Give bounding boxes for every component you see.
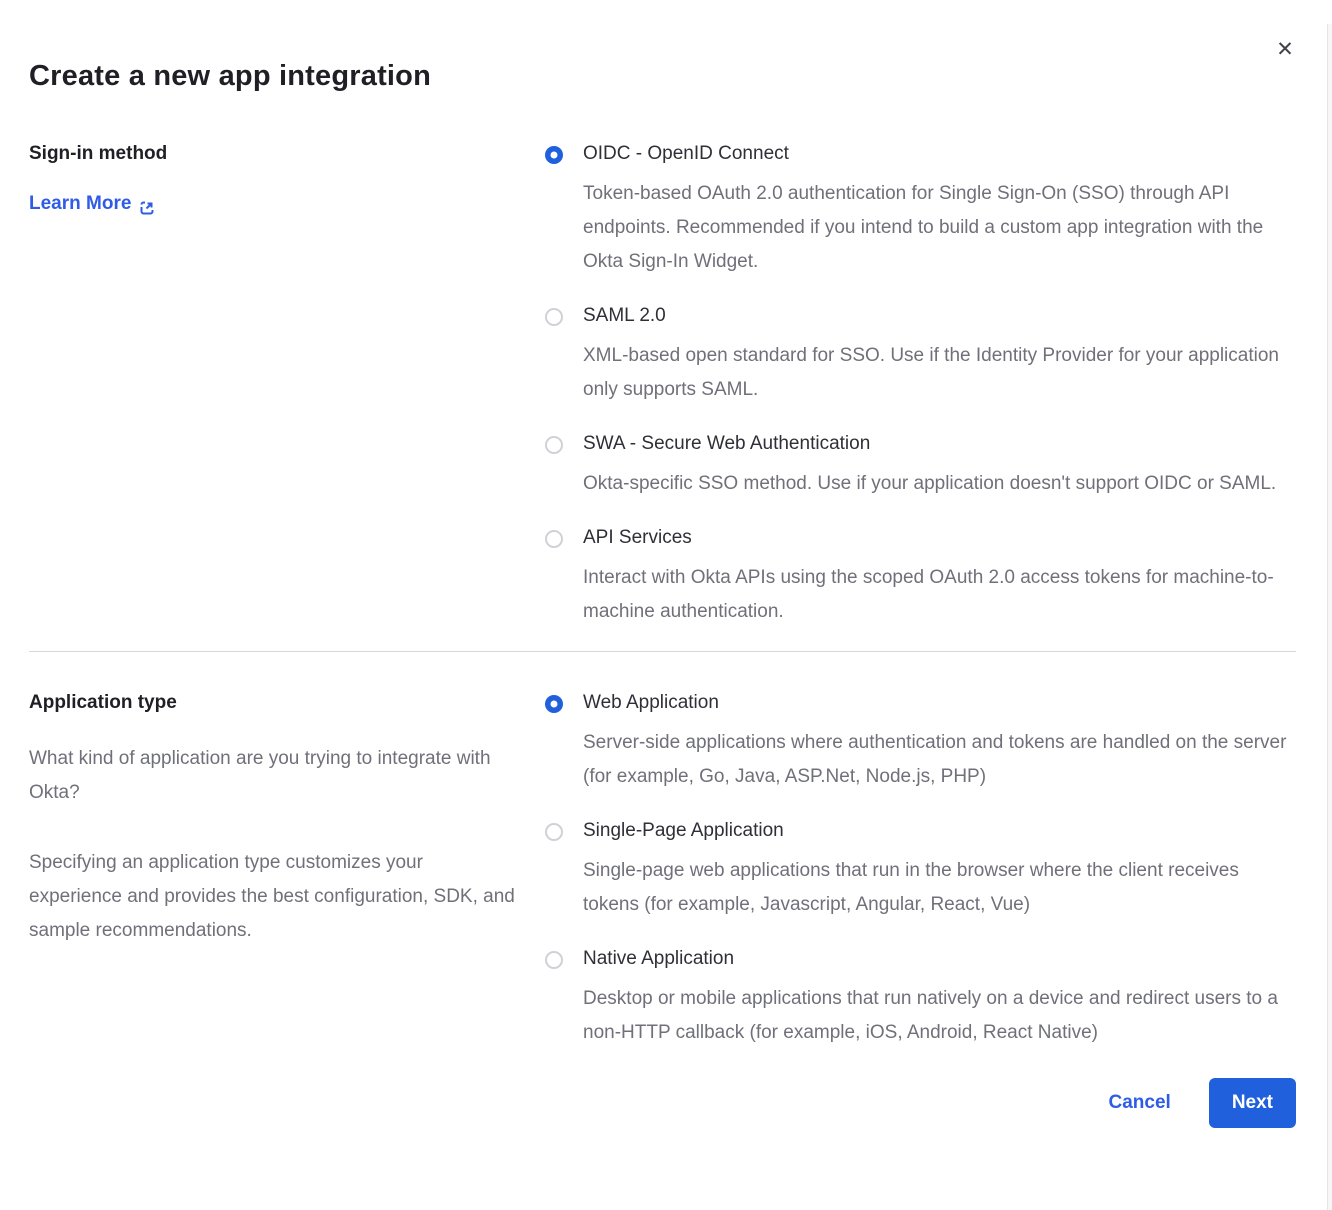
radio-option-saml[interactable]: SAML 2.0 XML-based open standard for SSO…	[545, 301, 1296, 407]
application-type-heading: Application type	[29, 688, 519, 718]
application-type-section: Application type What kind of applicatio…	[29, 688, 1296, 1050]
radio-button[interactable]	[545, 146, 563, 164]
radio-button[interactable]	[545, 951, 563, 969]
radio-button[interactable]	[545, 436, 563, 454]
radio-option-label[interactable]: SAML 2.0	[583, 301, 1296, 331]
radio-option-web-application[interactable]: Web Application Server-side applications…	[545, 688, 1296, 794]
section-divider	[29, 651, 1296, 652]
radio-option-api-services[interactable]: API Services Interact with Okta APIs usi…	[545, 523, 1296, 629]
radio-option-description: XML-based open standard for SSO. Use if …	[583, 339, 1295, 407]
radio-button[interactable]	[545, 308, 563, 326]
create-app-integration-dialog: Create a new app integration Sign-in met…	[0, 0, 1332, 1173]
radio-option-description: Interact with Okta APIs using the scoped…	[583, 561, 1295, 629]
application-type-description: Specifying an application type customize…	[29, 846, 519, 948]
dialog-footer: Cancel Next	[29, 1078, 1296, 1173]
radio-option-native-application[interactable]: Native Application Desktop or mobile app…	[545, 944, 1296, 1050]
next-button[interactable]: Next	[1209, 1078, 1296, 1128]
page-title: Create a new app integration	[29, 60, 1296, 93]
radio-option-label[interactable]: Native Application	[583, 944, 1296, 974]
radio-option-label[interactable]: OIDC - OpenID Connect	[583, 139, 1296, 169]
cancel-button[interactable]: Cancel	[1109, 1092, 1171, 1114]
radio-option-label[interactable]: Single-Page Application	[583, 816, 1296, 846]
radio-option-swa[interactable]: SWA - Secure Web Authentication Okta-spe…	[545, 429, 1296, 501]
radio-option-description: Okta-specific SSO method. Use if your ap…	[583, 467, 1295, 501]
radio-option-oidc[interactable]: OIDC - OpenID Connect Token-based OAuth …	[545, 139, 1296, 279]
radio-button[interactable]	[545, 695, 563, 713]
scrollbar-track[interactable]	[1327, 24, 1332, 1210]
external-link-icon	[139, 196, 155, 212]
application-type-description: What kind of application are you trying …	[29, 742, 519, 810]
radio-option-description: Token-based OAuth 2.0 authentication for…	[583, 177, 1295, 279]
radio-option-description: Server-side applications where authentic…	[583, 726, 1295, 794]
radio-option-label[interactable]: API Services	[583, 523, 1296, 553]
radio-button[interactable]	[545, 530, 563, 548]
radio-option-label[interactable]: SWA - Secure Web Authentication	[583, 429, 1296, 459]
learn-more-link[interactable]: Learn More	[29, 189, 155, 219]
radio-button[interactable]	[545, 823, 563, 841]
radio-option-description: Desktop or mobile applications that run …	[583, 982, 1295, 1050]
radio-option-description: Single-page web applications that run in…	[583, 854, 1295, 922]
learn-more-label: Learn More	[29, 189, 131, 219]
close-icon[interactable]: ✕	[1272, 36, 1298, 62]
signin-method-heading: Sign-in method	[29, 139, 519, 169]
radio-option-label[interactable]: Web Application	[583, 688, 1296, 718]
signin-method-section: Sign-in method Learn More OIDC - OpenID …	[29, 139, 1296, 629]
radio-option-single-page-application[interactable]: Single-Page Application Single-page web …	[545, 816, 1296, 922]
